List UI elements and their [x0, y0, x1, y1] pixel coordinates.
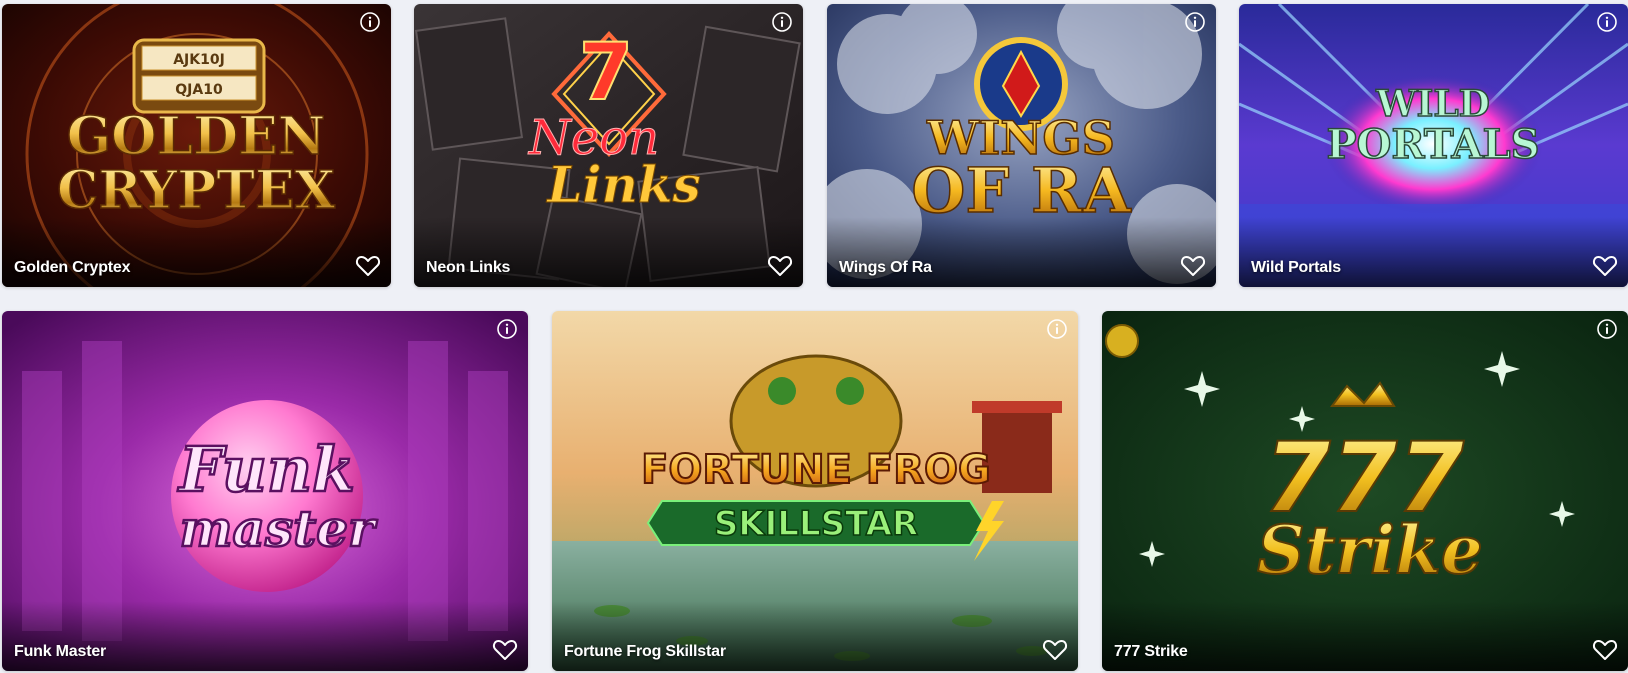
logo-line-2: master [180, 499, 378, 558]
heart-outline-icon[interactable] [1592, 254, 1618, 278]
game-tile-fortune-frog-skillstar[interactable]: FORTUNE FROG SKILLSTAR Fortune Frog Skil… [552, 311, 1078, 671]
logo-line-2: CRYPTEX [57, 160, 336, 221]
heart-outline-icon[interactable] [1180, 254, 1206, 278]
heart-outline-icon[interactable] [767, 254, 793, 278]
info-icon[interactable] [359, 11, 381, 33]
logo-line-1: WILD [1375, 83, 1490, 125]
logo-line-2: SKILLSTAR [714, 504, 918, 544]
info-icon[interactable] [1596, 318, 1618, 340]
info-icon[interactable] [771, 11, 793, 33]
game-title: Fortune Frog Skillstar [564, 643, 726, 660]
heart-outline-icon[interactable] [355, 254, 381, 278]
game-title: Wild Portals [1251, 259, 1341, 276]
logo-line-2: Links [545, 155, 700, 214]
logo-line-1: FORTUNE FROG [641, 447, 991, 493]
game-title: Wings Of Ra [839, 259, 932, 276]
game-tile-wild-portals[interactable]: WILD PORTALS Wild Portals [1239, 4, 1628, 287]
cryptex-top-letters: AJK10J [173, 52, 225, 68]
logo-line-1: GOLDEN [67, 106, 326, 167]
info-icon[interactable] [1184, 11, 1206, 33]
game-tile-golden-cryptex[interactable]: AJK10J QJA10 GOLDEN CRYPTEX Golden Crypt… [2, 4, 391, 287]
game-tile-wings-of-ra[interactable]: WINGS OF RA Wings Of Ra [827, 4, 1216, 287]
game-tile-777-strike[interactable]: 777 Strike 777 Strike [1102, 311, 1628, 671]
game-title: Golden Cryptex [14, 259, 131, 276]
game-title: Neon Links [426, 259, 511, 276]
game-title: Funk Master [14, 643, 107, 660]
game-tile-funk-master[interactable]: Funk master Funk Master [2, 311, 528, 671]
logo-line-1: Funk [177, 433, 355, 506]
info-icon[interactable] [496, 318, 518, 340]
game-title: 777 Strike [1114, 643, 1188, 660]
cryptex-bottom-letters: QJA10 [175, 82, 223, 98]
logo-number: 7 [579, 28, 633, 118]
heart-outline-icon[interactable] [1042, 638, 1068, 662]
game-tile-neon-links[interactable]: 7 Neon Links Neon Links [414, 4, 803, 287]
logo-line-2: PORTALS [1326, 121, 1539, 168]
heart-outline-icon[interactable] [492, 638, 518, 662]
info-icon[interactable] [1596, 11, 1618, 33]
heart-outline-icon[interactable] [1592, 638, 1618, 662]
info-icon[interactable] [1046, 318, 1068, 340]
logo-line-2: Strike [1257, 511, 1483, 589]
